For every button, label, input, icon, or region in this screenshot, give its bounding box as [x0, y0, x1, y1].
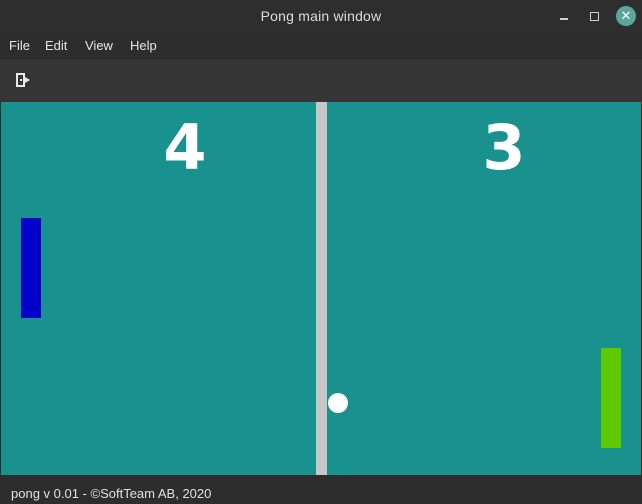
close-button[interactable]: ✕	[616, 6, 636, 26]
right-score: 3	[482, 111, 526, 184]
right-paddle	[601, 348, 621, 448]
minimize-button[interactable]	[554, 6, 574, 26]
maximize-icon	[589, 11, 599, 21]
menu-file[interactable]: File	[9, 38, 30, 53]
menu-view[interactable]: View	[85, 38, 113, 53]
status-bar: pong v 0.01 - ©SoftTeam AB, 2020	[0, 475, 642, 504]
maximize-button[interactable]	[584, 6, 604, 26]
exit-button[interactable]	[12, 69, 34, 91]
toolbar	[0, 58, 642, 102]
center-net	[316, 102, 327, 475]
exit-door-icon	[16, 73, 30, 87]
close-icon: ✕	[620, 8, 632, 23]
left-paddle	[21, 218, 41, 318]
ball	[328, 393, 348, 413]
minimize-icon	[560, 12, 568, 20]
menu-edit[interactable]: Edit	[45, 38, 67, 53]
app-window: Pong main window ✕ File Edit View Help 4	[0, 0, 642, 504]
menu-bar: File Edit View Help	[0, 32, 642, 58]
status-text: pong v 0.01 - ©SoftTeam AB, 2020	[11, 486, 212, 501]
menu-help[interactable]: Help	[130, 38, 157, 53]
window-title: Pong main window	[260, 8, 382, 24]
left-score: 4	[163, 111, 207, 184]
game-court[interactable]: 4 3	[1, 102, 641, 475]
title-bar[interactable]: Pong main window ✕	[0, 0, 642, 32]
